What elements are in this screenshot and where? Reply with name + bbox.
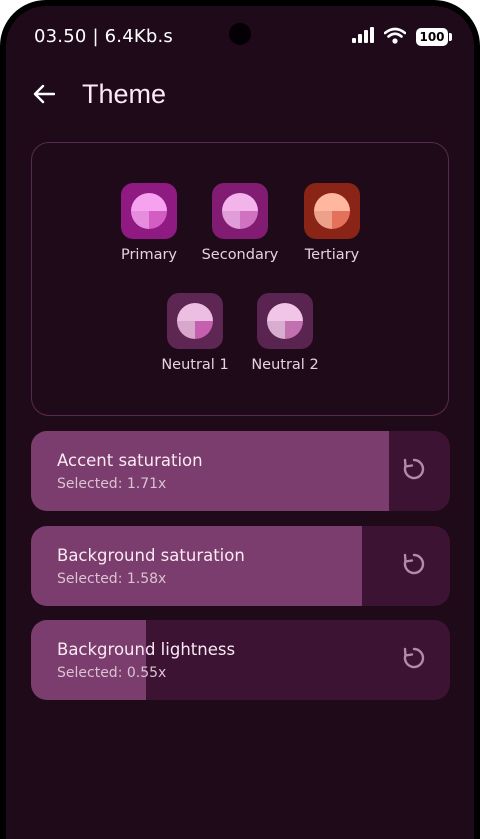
swatch-label: Neutral 1 xyxy=(161,357,229,373)
slider-fill xyxy=(31,526,362,606)
swatch-tertiary[interactable]: Tertiary xyxy=(282,183,382,263)
screen: 03.50 | 6.4Kb.s 100 Theme Primary Second… xyxy=(6,6,474,839)
color-palette-card: Primary Secondary Tertiary Neutral 1 Neu… xyxy=(31,142,449,416)
swatch-secondary[interactable]: Secondary xyxy=(190,183,290,263)
app-bar: Theme xyxy=(6,66,474,130)
wifi-icon xyxy=(383,27,407,48)
swatch-circle xyxy=(177,303,213,339)
status-icons: 100 xyxy=(352,26,452,48)
slider-title: Background saturation xyxy=(57,546,245,565)
swatch-tile xyxy=(257,293,313,349)
swatch-neutral-1[interactable]: Neutral 1 xyxy=(145,293,245,373)
reset-icon xyxy=(401,645,427,675)
camera-cutout xyxy=(229,23,251,45)
slider-value: Selected: 1.58x xyxy=(57,571,167,587)
page-title: Theme xyxy=(82,79,167,109)
status-time: 03.50 | 6.4Kb.s xyxy=(34,26,173,47)
swatch-tile xyxy=(167,293,223,349)
swatch-tile xyxy=(121,183,177,239)
reset-icon xyxy=(401,551,427,581)
slider-title: Accent saturation xyxy=(57,451,203,470)
signal-icon xyxy=(352,27,374,47)
swatch-circle xyxy=(314,193,350,229)
phone-frame: 03.50 | 6.4Kb.s 100 Theme Primary Second… xyxy=(0,0,480,839)
swatch-label: Primary xyxy=(120,247,178,263)
slider-fill xyxy=(31,620,146,700)
swatch-neutral-2[interactable]: Neutral 2 xyxy=(235,293,335,373)
swatch-primary[interactable]: Primary xyxy=(99,183,199,263)
slider-title: Background lightness xyxy=(57,640,236,659)
reset-icon xyxy=(401,456,427,486)
swatch-circle xyxy=(131,193,167,229)
slider-fill xyxy=(31,431,389,511)
back-button[interactable] xyxy=(26,78,62,114)
swatch-tile xyxy=(212,183,268,239)
slider-value: Selected: 1.71x xyxy=(57,476,167,492)
slider-value: Selected: 0.55x xyxy=(57,665,167,681)
swatch-tile xyxy=(304,183,360,239)
arrow-left-icon xyxy=(33,84,56,108)
swatch-circle xyxy=(222,193,258,229)
swatch-label: Tertiary xyxy=(304,247,360,263)
slider-accent-saturation[interactable]: Accent saturation Selected: 1.71x xyxy=(31,431,450,511)
swatch-label: Secondary xyxy=(201,247,279,263)
swatch-circle xyxy=(267,303,303,339)
swatch-label: Neutral 2 xyxy=(251,357,319,373)
slider-background-lightness[interactable]: Background lightness Selected: 0.55x xyxy=(31,620,450,700)
battery-icon: 100 xyxy=(416,28,452,46)
status-bar: 03.50 | 6.4Kb.s 100 xyxy=(6,6,474,66)
reset-button[interactable] xyxy=(396,548,432,584)
reset-button[interactable] xyxy=(396,453,432,489)
slider-background-saturation[interactable]: Background saturation Selected: 1.58x xyxy=(31,526,450,606)
reset-button[interactable] xyxy=(396,642,432,678)
